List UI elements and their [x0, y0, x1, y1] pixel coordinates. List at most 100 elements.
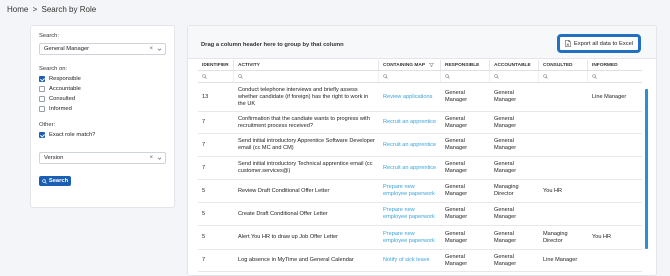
column-header-label: CONSULTED	[543, 62, 573, 68]
export-excel-button[interactable]: Export all data to Excel	[557, 34, 641, 53]
column-header-containing-map[interactable]: CONTAINING MAP	[379, 60, 441, 70]
cell-map-link[interactable]: Prepare new employee paperwork	[379, 180, 441, 202]
cell-informed: You HR	[592, 234, 612, 240]
search-icon	[383, 74, 388, 79]
version-select[interactable]: Version ×	[39, 152, 166, 164]
cell-activity: Send initial introductory Apprentice Sof…	[238, 138, 375, 151]
grid-filter-row	[198, 71, 642, 83]
filter-cell[interactable]	[490, 71, 539, 82]
page-title: Search by Role	[41, 5, 97, 14]
exact-match-option[interactable]: Exact role match?	[39, 130, 166, 140]
column-header-informed[interactable]: INFORMED	[588, 60, 642, 70]
chevron-down-icon[interactable]	[157, 47, 162, 52]
group-by-hint: Drag a column header here to group by th…	[201, 42, 344, 48]
cell-accountable: General Manager	[494, 253, 517, 267]
cell-responsible: General Manager	[445, 230, 468, 244]
cell-identifier: 13	[202, 93, 209, 100]
breadcrumb: Home > Search by Role	[7, 5, 96, 14]
cell-accountable: General Manager	[494, 115, 517, 129]
cell-identifier: 5	[202, 187, 206, 194]
cell-responsible: General Manager	[445, 138, 468, 151]
table-row[interactable]: 5 Create Draft Conditional Offer Letter …	[198, 203, 642, 226]
cell-informed	[588, 180, 642, 202]
cell-activity: Log absence in MyTime and General Calend…	[238, 257, 354, 263]
column-header-label: ACTIVITY	[238, 62, 260, 68]
filter-cell[interactable]	[198, 71, 234, 82]
filter-icon[interactable]	[429, 63, 435, 67]
filter-cell[interactable]	[441, 71, 490, 82]
cell-accountable: General Manager	[494, 90, 517, 103]
column-header-responsible[interactable]: RESPONSIBLE	[441, 60, 490, 70]
role-select[interactable]: General Manager ×	[39, 43, 166, 55]
cell-identifier: 7	[202, 141, 206, 148]
cell-map-link[interactable]: Review applications	[379, 83, 441, 111]
cell-map-link[interactable]: Prepare new employee paperwork	[379, 226, 441, 249]
cell-consulted	[539, 157, 588, 179]
filter-cell[interactable]	[539, 71, 588, 82]
cell-consulted: You HR	[543, 187, 563, 194]
search-button[interactable]: Search	[39, 176, 71, 186]
cell-map-link[interactable]: Recruit an apprentice	[379, 112, 441, 133]
checkbox-icon[interactable]	[39, 96, 45, 102]
results-grid: Drag a column header here to group by th…	[187, 25, 657, 276]
group-by-bar[interactable]: Drag a column header here to group by th…	[188, 26, 656, 59]
cell-activity: Create Draft Conditional Offer Letter	[238, 210, 328, 217]
cell-accountable: Managing Director	[494, 184, 519, 197]
table-row[interactable]: 5 Alert You HR to draw up Job Offer Lett…	[198, 226, 642, 250]
search-icon	[494, 74, 499, 79]
cell-informed	[588, 250, 642, 271]
grid-header: IDENTIFIER ACTIVITY CONTAINING MAP RESPO…	[198, 60, 642, 71]
table-row[interactable]: 7 Log absence in MyTime and General Cale…	[198, 250, 642, 272]
cell-informed: Line Manager	[592, 93, 627, 100]
search-icon	[543, 74, 548, 79]
chevron-down-icon[interactable]	[157, 156, 162, 161]
cell-activity: Send initial introductory Technical appr…	[238, 161, 373, 174]
checkbox-icon[interactable]	[39, 106, 45, 112]
column-header-label: CONTAINING MAP	[383, 62, 426, 68]
filter-cell[interactable]	[588, 71, 642, 82]
clear-icon[interactable]: ×	[149, 46, 153, 52]
search-on-label: Search on:	[39, 66, 68, 72]
other-label: Other:	[39, 122, 56, 128]
table-row[interactable]: 5 Review Draft Conditional Offer Letter …	[198, 180, 642, 203]
breadcrumb-home-link[interactable]: Home	[7, 5, 28, 14]
table-row[interactable]: 13 Conduct telephone interviews and brie…	[198, 83, 642, 112]
cell-map-link[interactable]: Prepare new employee paperwork	[379, 203, 441, 225]
option-consulted[interactable]: Consulted	[39, 94, 166, 104]
cell-accountable: General Manager	[494, 207, 517, 220]
option-accountable[interactable]: Accountable	[39, 84, 166, 94]
table-row[interactable]: 7 Send initial introductory Technical ap…	[198, 157, 642, 180]
search-icon	[592, 74, 597, 79]
checkbox-icon[interactable]	[39, 132, 45, 138]
filter-cell[interactable]	[379, 71, 441, 82]
column-header-accountable[interactable]: ACCOUNTABLE	[490, 60, 539, 70]
cell-identifier: 7	[202, 164, 206, 171]
option-responsible[interactable]: Responsible	[39, 74, 166, 84]
cell-map-link[interactable]: Recruit an apprentice	[379, 157, 441, 179]
cell-identifier: 5	[202, 234, 206, 240]
cell-map-link[interactable]: Recruit an apprentice	[379, 134, 441, 156]
cell-consulted: Line Manager	[543, 257, 578, 263]
cell-activity: Review Draft Conditional Offer Letter	[238, 187, 330, 194]
checkbox-icon[interactable]	[39, 86, 45, 92]
table-row[interactable]: 7 Send initial introductory Apprentice S…	[198, 134, 642, 157]
vertical-scrollbar[interactable]	[645, 89, 648, 249]
checkbox-icon[interactable]	[39, 76, 45, 82]
grid-body: 13 Conduct telephone interviews and brie…	[198, 83, 642, 272]
filter-cell[interactable]	[234, 71, 379, 82]
cell-identifier: 7	[202, 119, 206, 125]
option-informed[interactable]: Informed	[39, 104, 166, 114]
cell-identifier: 7	[202, 257, 206, 263]
cell-responsible: General Manager	[445, 161, 468, 174]
cell-activity: Alert You HR to draw up Job Offer Letter	[238, 234, 339, 240]
table-row[interactable]: 7 Confirmation that the candiate wants t…	[198, 112, 642, 134]
cell-consulted: Managing Director	[543, 230, 568, 244]
cell-map-link[interactable]: Notify of sick leave	[379, 250, 441, 271]
cell-responsible: General Manager	[445, 90, 468, 103]
excel-icon	[565, 40, 571, 47]
clear-icon[interactable]: ×	[149, 155, 153, 161]
cell-informed	[588, 134, 642, 156]
column-header-identifier[interactable]: IDENTIFIER	[198, 60, 234, 70]
column-header-consulted[interactable]: CONSULTED	[539, 60, 588, 70]
column-header-activity[interactable]: ACTIVITY	[234, 60, 379, 70]
